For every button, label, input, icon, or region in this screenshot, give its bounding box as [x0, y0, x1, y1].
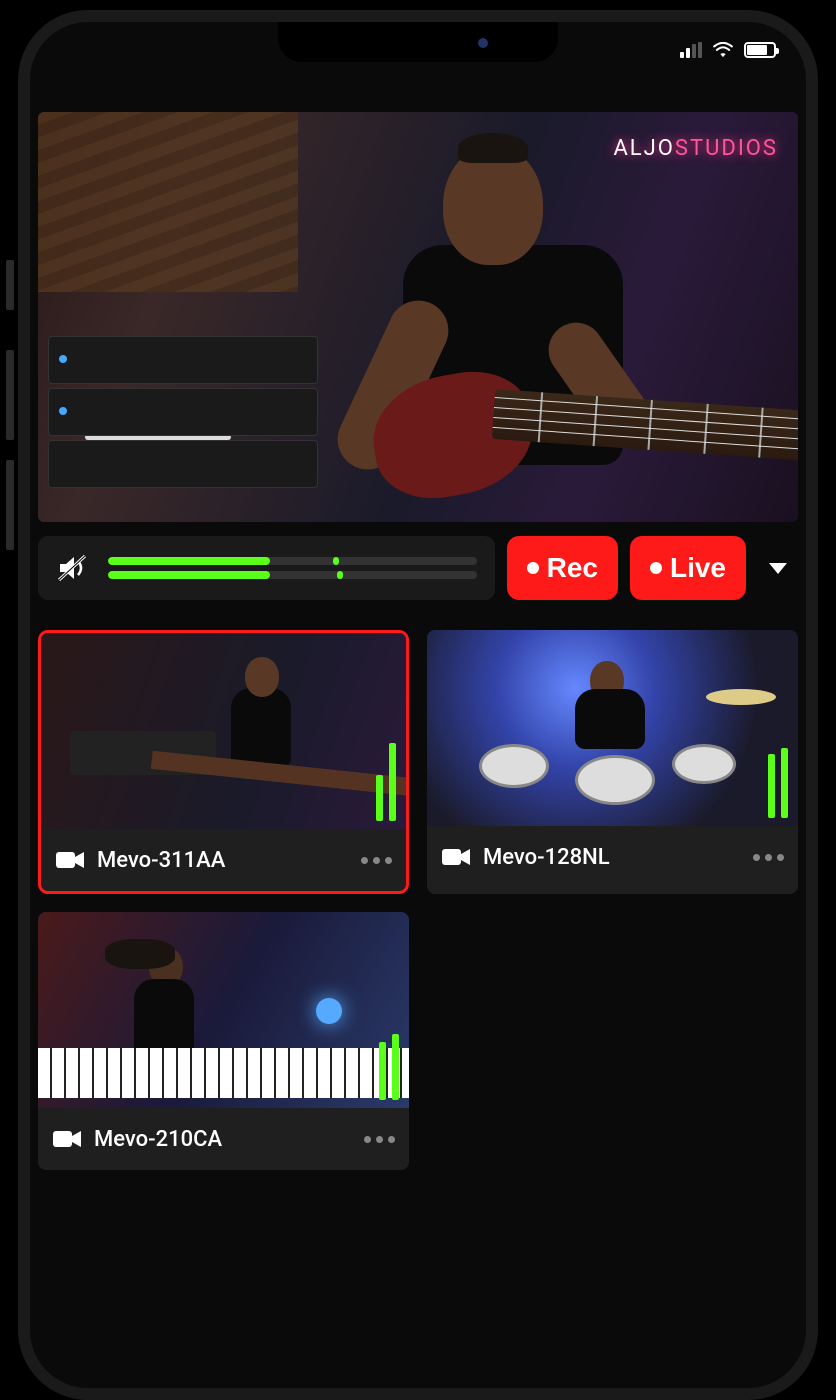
battery-icon — [744, 42, 776, 58]
camera-name: Mevo-311AA — [97, 848, 349, 873]
camera-card[interactable]: Mevo-210CA — [38, 912, 409, 1170]
audio-panel — [38, 536, 495, 600]
record-label: Rec — [547, 552, 598, 584]
more-options-button[interactable] — [361, 857, 392, 864]
studio-sign: ALJOSTUDIOS — [613, 136, 778, 161]
phone-notch — [278, 22, 558, 62]
control-bar: Rec Live — [38, 536, 798, 600]
mute-icon[interactable] — [56, 552, 88, 584]
live-label: Live — [670, 552, 726, 584]
camera-icon — [441, 846, 471, 868]
dropdown-toggle[interactable] — [758, 563, 798, 574]
phone-side-button — [6, 350, 14, 440]
phone-frame: ALJOSTUDIOS — [18, 10, 818, 1400]
camera-grid: Mevo-311AA Mevo-128NL — [38, 630, 798, 1170]
camera-thumbnail[interactable] — [38, 912, 409, 1108]
app-screen: ALJOSTUDIOS — [30, 22, 806, 1388]
chevron-down-icon — [769, 563, 787, 574]
camera-card-footer: Mevo-128NL — [427, 826, 798, 888]
phone-side-button — [6, 460, 14, 550]
wifi-icon — [712, 42, 734, 58]
camera-level-indicator — [768, 748, 788, 818]
cellular-signal-icon — [680, 42, 702, 58]
camera-card[interactable]: Mevo-128NL — [427, 630, 798, 894]
record-button[interactable]: Rec — [507, 536, 618, 600]
live-dot-icon — [650, 562, 662, 574]
camera-thumbnail[interactable] — [427, 630, 798, 826]
camera-card-footer: Mevo-210CA — [38, 1108, 409, 1170]
status-bar — [680, 42, 776, 58]
live-button[interactable]: Live — [630, 536, 746, 600]
camera-thumbnail[interactable] — [41, 633, 406, 829]
camera-level-indicator — [379, 1034, 399, 1100]
camera-icon — [55, 849, 85, 871]
camera-name: Mevo-210CA — [94, 1127, 352, 1152]
camera-name: Mevo-128NL — [483, 845, 741, 870]
camera-icon — [52, 1128, 82, 1150]
main-camera-preview[interactable]: ALJOSTUDIOS — [38, 112, 798, 522]
camera-card[interactable]: Mevo-311AA — [38, 630, 409, 894]
more-options-button[interactable] — [753, 854, 784, 861]
phone-side-button — [6, 260, 14, 310]
audio-level-meter — [108, 557, 477, 579]
camera-level-indicator — [376, 743, 396, 821]
more-options-button[interactable] — [364, 1136, 395, 1143]
record-dot-icon — [527, 562, 539, 574]
camera-card-footer: Mevo-311AA — [41, 829, 406, 891]
